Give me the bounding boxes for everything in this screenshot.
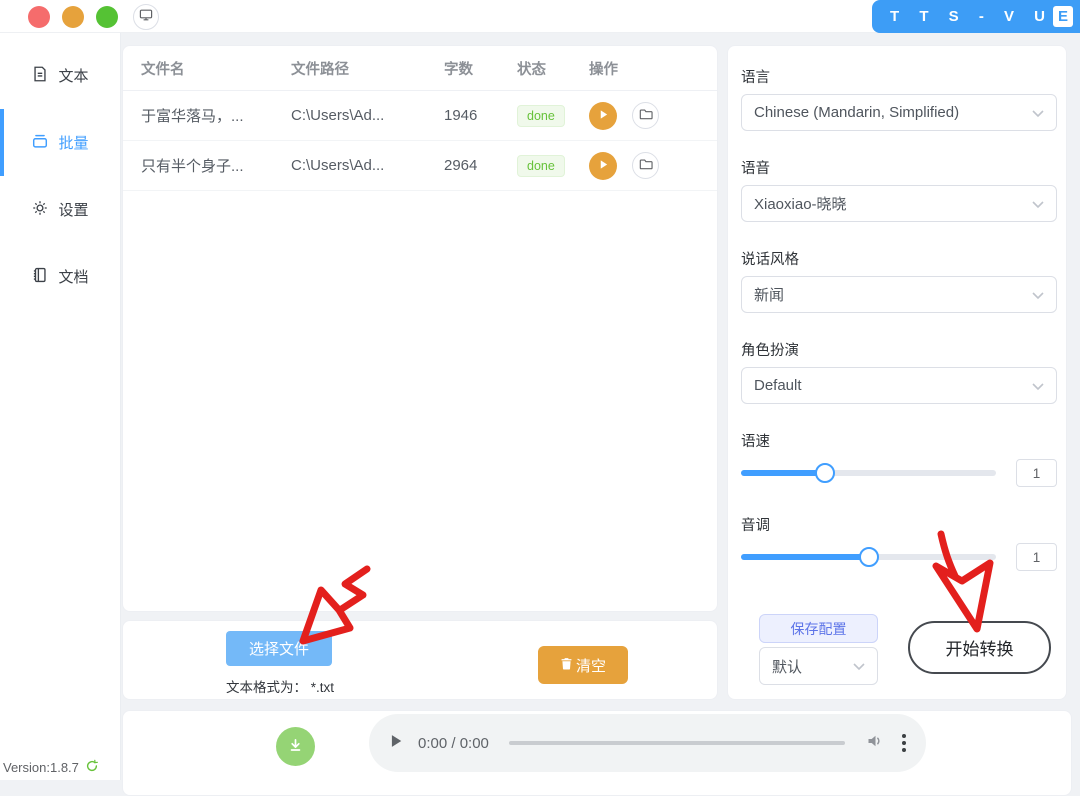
config-preset-select[interactable]: 默认 xyxy=(759,647,878,685)
title-bar: T T S - V U E xyxy=(0,0,1080,33)
maximize-button[interactable] xyxy=(96,6,118,28)
logo-badge: E xyxy=(1053,6,1073,27)
speed-label: 语速 xyxy=(741,430,1057,451)
chevron-down-icon xyxy=(1032,104,1044,121)
language-label: 语言 xyxy=(741,66,1057,87)
pitch-label: 音调 xyxy=(741,514,1057,535)
logo-text: T T S - V U xyxy=(890,8,1053,25)
sidebar-item-docs[interactable]: 文档 xyxy=(0,243,120,310)
speed-slider-fill xyxy=(741,470,825,476)
monitor-icon xyxy=(138,7,154,28)
speaking-style-label: 说话风格 xyxy=(741,248,1057,269)
voice-label: 语音 xyxy=(741,157,1057,178)
chevron-down-icon xyxy=(853,658,865,675)
chevron-down-icon xyxy=(1032,195,1044,212)
sidebar-item-label: 文本 xyxy=(58,65,88,86)
speed-slider-handle[interactable] xyxy=(815,463,835,483)
table-row: 于富华落马，... C:\Users\Ad... 1946 done xyxy=(123,91,717,141)
close-button[interactable] xyxy=(28,6,50,28)
gear-icon xyxy=(31,199,49,221)
audio-player: 0:00 / 0:00 xyxy=(369,714,926,772)
display-mode-button[interactable] xyxy=(133,4,159,30)
status-badge: done xyxy=(517,155,565,177)
sidebar: 文本 批量 设置 xyxy=(0,33,121,780)
config-preset-value: 默认 xyxy=(772,656,802,677)
sidebar-item-label: 批量 xyxy=(58,132,88,153)
cell-filepath: C:\Users\Ad... xyxy=(291,157,444,174)
folder-icon xyxy=(639,157,653,174)
role-play-select-value: Default xyxy=(754,377,802,394)
batch-box-icon xyxy=(31,132,49,154)
column-header-actions: 操作 xyxy=(589,58,717,79)
player-menu-icon[interactable] xyxy=(902,734,906,752)
speed-value-box[interactable]: 1 xyxy=(1016,459,1057,487)
sidebar-item-label: 文档 xyxy=(58,266,88,287)
save-config-button[interactable]: 保存配置 xyxy=(759,614,878,643)
cell-filepath: C:\Users\Ad... xyxy=(291,107,444,124)
play-file-button[interactable] xyxy=(589,152,617,180)
column-header-filepath: 文件路径 xyxy=(291,58,444,79)
player-play-icon[interactable] xyxy=(389,734,403,753)
play-file-button[interactable] xyxy=(589,102,617,130)
column-header-wordcount: 字数 xyxy=(444,58,517,79)
app-logo: T T S - V U E xyxy=(872,0,1080,33)
column-header-status: 状态 xyxy=(517,58,589,79)
sidebar-item-batch[interactable]: 批量 xyxy=(0,109,120,176)
minimize-button[interactable] xyxy=(62,6,84,28)
clear-list-button[interactable]: 清空 xyxy=(538,646,628,684)
status-badge: done xyxy=(517,105,565,127)
sidebar-item-label: 设置 xyxy=(58,199,88,220)
download-audio-button[interactable] xyxy=(276,727,315,766)
volume-icon[interactable] xyxy=(865,731,885,756)
select-file-button[interactable]: 选择文件 xyxy=(226,631,332,666)
pitch-slider[interactable] xyxy=(741,542,996,572)
speaking-style-select[interactable]: 新闻 xyxy=(741,276,1057,313)
speaking-style-select-value: 新闻 xyxy=(754,284,784,305)
pitch-value-box[interactable]: 1 xyxy=(1016,543,1057,571)
pitch-slider-handle[interactable] xyxy=(859,547,879,567)
notebook-icon xyxy=(31,266,49,288)
audio-player-bar: 0:00 / 0:00 xyxy=(122,710,1072,796)
player-time: 0:00 / 0:00 xyxy=(418,735,489,752)
player-progress-bar[interactable] xyxy=(509,741,845,745)
clear-button-label: 清空 xyxy=(576,655,606,676)
table-row: 只有半个身子... C:\Users\Ad... 2964 done xyxy=(123,141,717,191)
cell-wordcount: 1946 xyxy=(444,107,517,124)
cell-filename: 只有半个身子... xyxy=(141,155,291,176)
version-info: Version:1.8.7 xyxy=(3,759,99,776)
batch-file-table: 文件名 文件路径 字数 状态 操作 于富华落马，... C:\Users\Ad.… xyxy=(122,45,718,612)
language-select[interactable]: Chinese (Mandarin, Simplified) xyxy=(741,94,1057,131)
open-folder-button[interactable] xyxy=(632,152,659,179)
play-icon xyxy=(598,108,609,123)
file-format-hint: 文本格式为： *.txt xyxy=(226,676,334,696)
speed-slider[interactable] xyxy=(741,458,996,488)
tts-settings-panel: 语言 Chinese (Mandarin, Simplified) 语音 Xia… xyxy=(727,45,1067,700)
trash-icon xyxy=(560,657,573,674)
sidebar-item-text[interactable]: 文本 xyxy=(0,42,120,109)
download-icon xyxy=(287,737,304,757)
start-conversion-button[interactable]: 开始转换 xyxy=(908,621,1051,674)
window-controls xyxy=(28,6,118,28)
language-select-value: Chinese (Mandarin, Simplified) xyxy=(754,104,959,121)
role-play-select[interactable]: Default xyxy=(741,367,1057,404)
sidebar-item-settings[interactable]: 设置 xyxy=(0,176,120,243)
voice-select-value: Xiaoxiao-晓晓 xyxy=(754,193,847,214)
check-update-icon[interactable] xyxy=(85,759,99,776)
chevron-down-icon xyxy=(1032,286,1044,303)
role-play-label: 角色扮演 xyxy=(741,339,1057,360)
table-header: 文件名 文件路径 字数 状态 操作 xyxy=(123,46,717,91)
version-label: Version:1.8.7 xyxy=(3,760,79,775)
voice-select[interactable]: Xiaoxiao-晓晓 xyxy=(741,185,1057,222)
cell-wordcount: 2964 xyxy=(444,157,517,174)
file-select-bar: 选择文件 文本格式为： *.txt 清空 xyxy=(122,620,718,700)
folder-icon xyxy=(639,107,653,124)
chevron-down-icon xyxy=(1032,377,1044,394)
pitch-slider-fill xyxy=(741,554,869,560)
document-icon xyxy=(31,65,49,87)
open-folder-button[interactable] xyxy=(632,102,659,129)
cell-filename: 于富华落马，... xyxy=(141,105,291,126)
play-icon xyxy=(598,158,609,173)
column-header-filename: 文件名 xyxy=(141,58,291,79)
